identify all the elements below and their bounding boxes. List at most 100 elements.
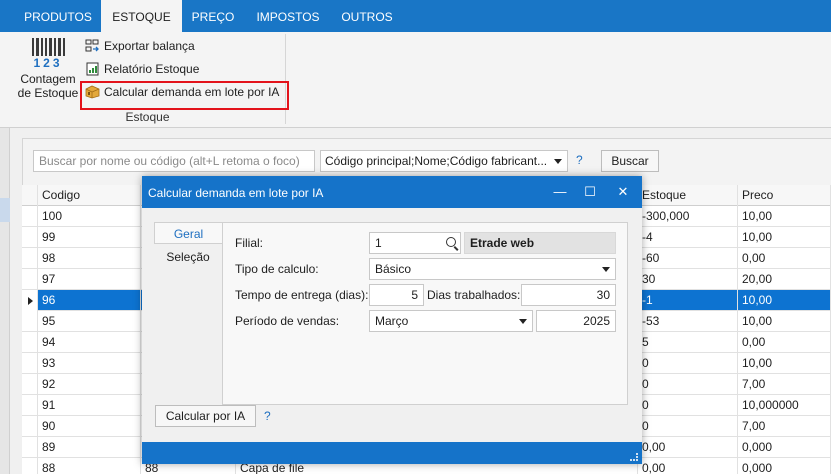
cell-preco[interactable]: 0,000 (738, 437, 831, 458)
col-header-estoque[interactable]: Estoque (638, 185, 738, 206)
cell-preco[interactable]: 0,00 (738, 332, 831, 353)
dias-trabalhados-input[interactable]: 30 (521, 284, 616, 306)
row-indicator[interactable] (22, 248, 38, 269)
cell-codigo[interactable]: 100 (38, 206, 141, 227)
calcular-por-ia-button[interactable]: Calcular por IA (155, 405, 256, 427)
barcode-digits: 123 (33, 56, 63, 70)
barcode-icon (16, 38, 80, 56)
row-indicator[interactable] (22, 227, 38, 248)
row-indicator[interactable] (22, 353, 38, 374)
cell-estoque[interactable]: 5 (638, 332, 738, 353)
cell-preco[interactable]: 10,00 (738, 227, 831, 248)
cell-codigo[interactable]: 98 (38, 248, 141, 269)
cell-estoque[interactable]: 0,00 (638, 458, 738, 474)
contagem-estoque-button[interactable]: 123 Contagem de Estoque (16, 38, 80, 100)
cell-estoque[interactable]: 30 (638, 269, 738, 290)
cell-estoque[interactable]: 0 (638, 395, 738, 416)
search-icon[interactable] (446, 237, 456, 247)
cell-codigo[interactable]: 90 (38, 416, 141, 437)
row-indicator[interactable] (22, 269, 38, 290)
cell-estoque[interactable]: -4 (638, 227, 738, 248)
col-header-codigo[interactable]: Codigo (38, 185, 141, 206)
tipo-calculo-select[interactable]: Básico (369, 258, 616, 280)
tab-produtos[interactable]: PRODUTOS (15, 0, 101, 32)
tab-preco[interactable]: PREÇO (182, 0, 244, 32)
row-indicator[interactable] (22, 374, 38, 395)
row-indicator[interactable] (22, 416, 38, 437)
search-fields-value: Código principal;Nome;Código fabricant..… (325, 154, 548, 168)
dialog-help-icon[interactable]: ? (264, 409, 271, 423)
row-indicator[interactable] (22, 458, 38, 474)
dialog-status-strip (142, 442, 642, 464)
cell-preco[interactable]: 10,00 (738, 206, 831, 227)
contagem-label-line1: Contagem (20, 72, 76, 86)
cell-codigo[interactable]: 93 (38, 353, 141, 374)
geral-tab-pane: Filial: 1 Etrade web Tipo de calculo: Bá… (222, 222, 628, 405)
tab-impostos[interactable]: IMPOSTOS (244, 0, 332, 32)
cell-estoque[interactable]: 0,00 (638, 437, 738, 458)
left-strip-marker (0, 198, 10, 222)
dialog-body: Geral Seleção Filial: 1 Etrade web Tipo … (142, 208, 642, 442)
cell-estoque[interactable]: -1 (638, 290, 738, 311)
row-indicator[interactable] (22, 437, 38, 458)
cell-preco[interactable]: 10,00 (738, 353, 831, 374)
cell-estoque[interactable]: -53 (638, 311, 738, 332)
cell-codigo[interactable]: 92 (38, 374, 141, 395)
cell-estoque[interactable]: -300,000 (638, 206, 738, 227)
cell-codigo[interactable]: 91 (38, 395, 141, 416)
resize-grip-icon[interactable] (630, 453, 638, 461)
ribbon-group-separator (285, 34, 286, 124)
cell-codigo[interactable]: 96 (38, 290, 141, 311)
search-input[interactable]: Buscar por nome ou código (alt+L retoma … (33, 150, 315, 172)
relatorio-estoque-button[interactable]: Relatório Estoque (84, 59, 199, 79)
tab-estoque[interactable]: ESTOQUE (101, 0, 182, 33)
cell-preco[interactable]: 10,00 (738, 311, 831, 332)
cell-codigo[interactable]: 88 (38, 458, 141, 474)
row-indicator[interactable] (22, 290, 38, 311)
tipo-calculo-value: Básico (375, 262, 412, 276)
cell-preco[interactable]: 20,00 (738, 269, 831, 290)
buscar-button[interactable]: Buscar (601, 150, 659, 172)
dias-trabalhados-label: Dias trabalhados: (427, 288, 521, 302)
tab-geral[interactable]: Geral (154, 222, 222, 244)
cell-estoque[interactable]: 0 (638, 416, 738, 437)
tempo-entrega-input[interactable]: 5 (369, 284, 424, 306)
cell-codigo[interactable]: 89 (38, 437, 141, 458)
cell-estoque[interactable]: 0 (638, 374, 738, 395)
row-indicator[interactable] (22, 332, 38, 353)
row-indicator[interactable] (22, 311, 38, 332)
cell-preco[interactable]: 10,00 (738, 290, 831, 311)
periodo-mes-select[interactable]: Março (369, 310, 533, 332)
cell-preco[interactable]: 0,000 (738, 458, 831, 474)
maximize-icon[interactable]: ☐ (580, 182, 600, 202)
tab-outros[interactable]: OUTROS (332, 0, 402, 32)
row-indicator[interactable] (22, 395, 38, 416)
periodo-ano-input[interactable]: 2025 (536, 310, 616, 332)
search-fields-combo[interactable]: Código principal;Nome;Código fabricant..… (320, 150, 568, 172)
cell-preco[interactable]: 10,000000 (738, 395, 831, 416)
cell-codigo[interactable]: 97 (38, 269, 141, 290)
search-help-icon[interactable]: ? (576, 153, 583, 167)
cell-estoque[interactable]: 0 (638, 353, 738, 374)
cell-codigo[interactable]: 94 (38, 332, 141, 353)
minimize-icon[interactable]: — (550, 182, 570, 202)
close-icon[interactable]: ✕ (613, 182, 633, 202)
cell-codigo[interactable]: 95 (38, 311, 141, 332)
cell-preco[interactable]: 7,00 (738, 374, 831, 395)
tab-selecao[interactable]: Seleção (154, 246, 222, 268)
report-icon (86, 62, 99, 76)
exportar-balanca-button[interactable]: Exportar balança (84, 36, 195, 56)
scale-export-icon (85, 39, 99, 52)
highlight-box (80, 81, 289, 110)
filial-value: 1 (375, 236, 382, 250)
cell-preco[interactable]: 7,00 (738, 416, 831, 437)
cell-estoque[interactable]: -60 (638, 248, 738, 269)
cell-preco[interactable]: 0,00 (738, 248, 831, 269)
col-header-preco[interactable]: Preco (738, 185, 831, 206)
ribbon-group-label: Estoque (125, 110, 170, 124)
filial-label: Filial: (235, 236, 264, 250)
periodo-mes-value: Março (375, 314, 409, 328)
filial-input[interactable]: 1 (369, 232, 461, 254)
row-indicator[interactable] (22, 206, 38, 227)
cell-codigo[interactable]: 99 (38, 227, 141, 248)
